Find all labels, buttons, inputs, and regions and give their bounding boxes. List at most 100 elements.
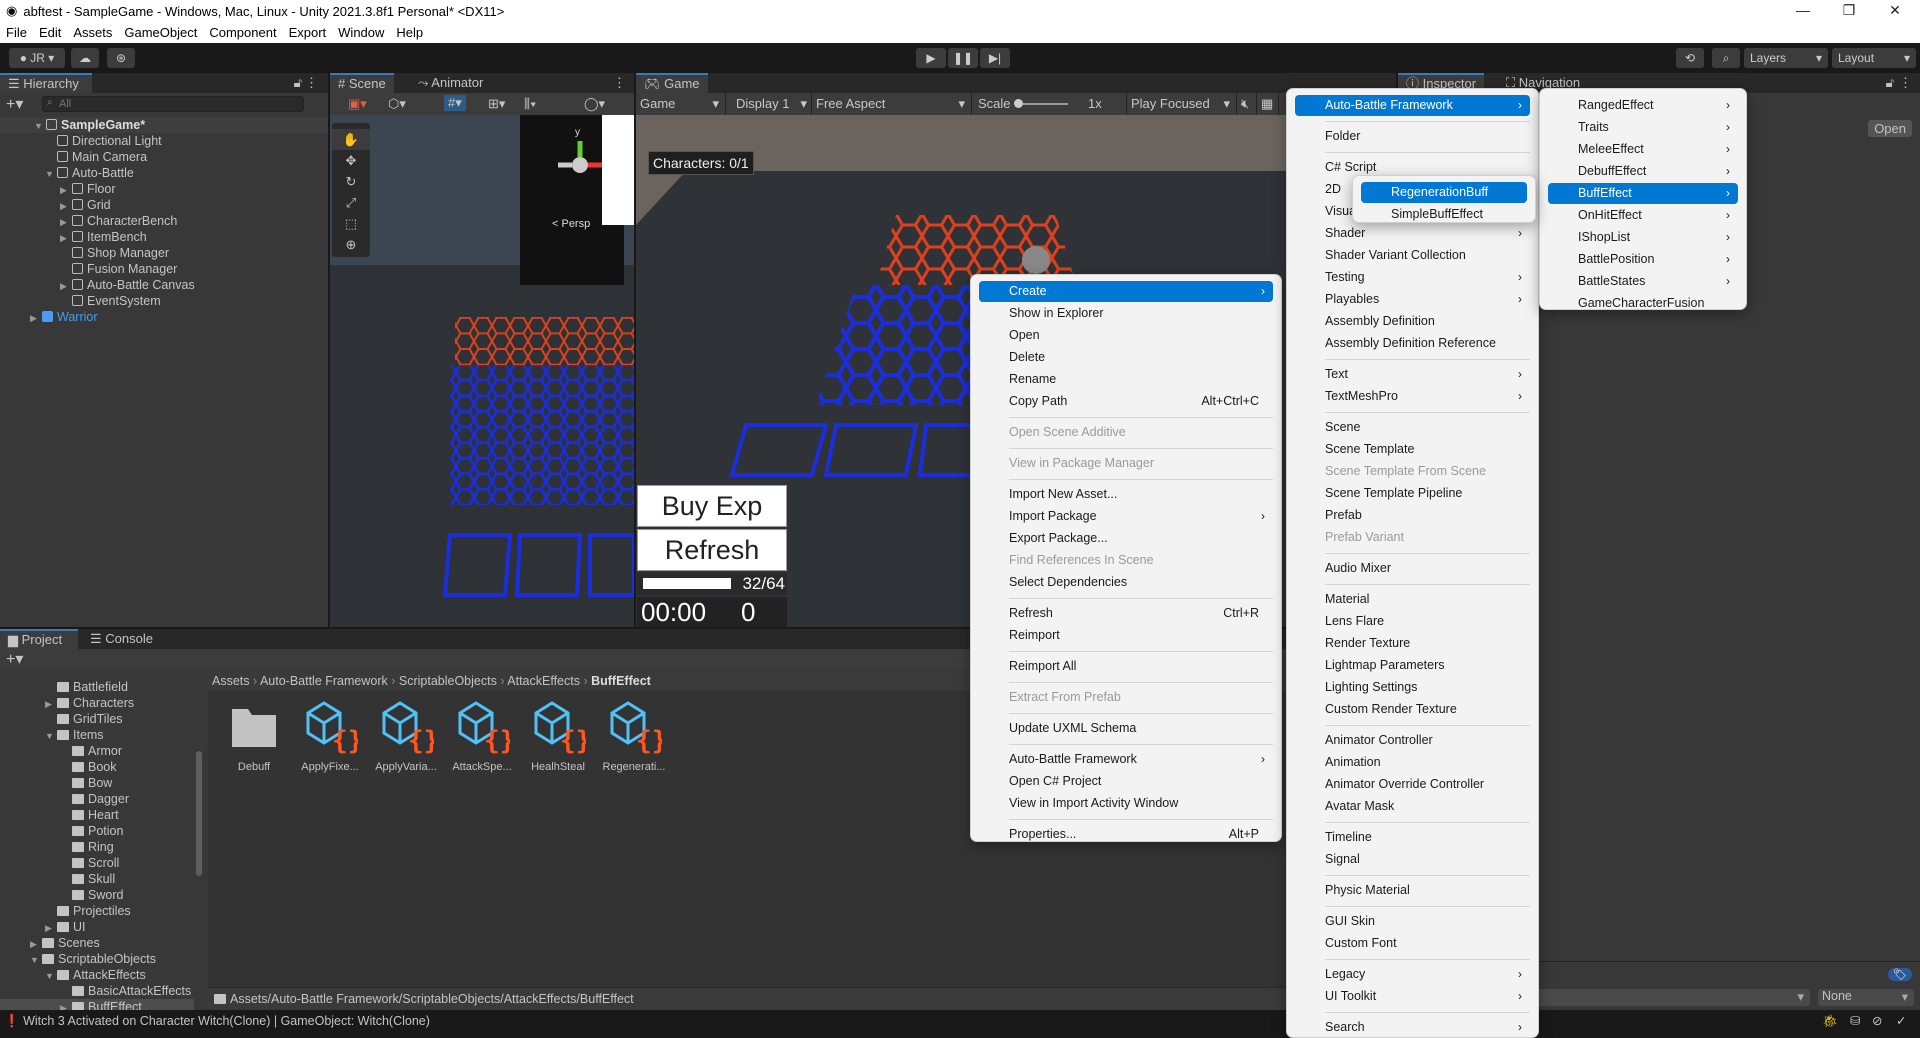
project-folder[interactable]: Scroll — [60, 855, 194, 871]
breadcrumb-item[interactable]: Auto-Battle Framework — [260, 674, 388, 688]
buy-exp-button[interactable]: Buy Exp — [637, 485, 787, 527]
refresh-button[interactable]: Refresh — [637, 529, 787, 571]
project-folder[interactable]: Battlefield — [45, 679, 194, 695]
hierarchy-item[interactable]: ▶ CharacterBench — [60, 213, 328, 229]
menu-item-import-package[interactable]: Import Package › — [979, 506, 1273, 527]
menu-item-assembly-definition[interactable]: Assembly Definition — [1295, 311, 1530, 332]
transform-tool-icon[interactable]: ⊕ — [332, 234, 370, 255]
breadcrumb-item[interactable]: ScriptableObjects — [399, 674, 497, 688]
menu-item-lens-flare[interactable]: Lens Flare — [1295, 611, 1530, 632]
menu-item-debuffeffect[interactable]: DebuffEffect › — [1548, 161, 1738, 182]
menu-item-animation[interactable]: Animation — [1295, 752, 1530, 773]
menu-item-copy-path[interactable]: Copy Path Alt+Ctrl+C — [979, 391, 1273, 412]
menu-item-update-uxml-schema[interactable]: Update UXML Schema — [979, 718, 1273, 739]
open-button[interactable]: Open — [1868, 120, 1912, 137]
more-icon[interactable]: ⋮ — [305, 75, 318, 91]
menu-item-refresh[interactable]: Refresh Ctrl+R — [979, 603, 1273, 624]
more-icon[interactable]: ⋮ — [1899, 75, 1912, 91]
menu-item-reimport[interactable]: Reimport — [979, 625, 1273, 646]
increment-snap-icon[interactable]: ⊞▾ — [488, 96, 505, 112]
play-button[interactable]: ▶ — [916, 48, 946, 68]
menu-item-custom-render-texture[interactable]: Custom Render Texture — [1295, 699, 1530, 720]
align-icon[interactable]: ⫼▾ — [524, 96, 536, 112]
menu-item-import-new-asset[interactable]: Import New Asset... — [979, 484, 1273, 505]
menu-item-assembly-definition-reference[interactable]: Assembly Definition Reference — [1295, 333, 1530, 354]
menu-item-avatar-mask[interactable]: Avatar Mask — [1295, 796, 1530, 817]
progress-check-icon[interactable]: ✓ — [1896, 1010, 1906, 1032]
project-folder[interactable]: ▶ UI — [45, 919, 194, 935]
menu-component[interactable]: Component — [209, 25, 276, 40]
draw-mode-icon[interactable]: ▣▾ — [348, 96, 367, 112]
asset-item[interactable]: {} ApplyFixe... — [292, 699, 368, 773]
scale-tool-icon[interactable]: ⤢ — [332, 192, 370, 213]
game-mode-dropdown[interactable]: Game ▾ — [636, 93, 726, 115]
cache-server-icon[interactable]: ⛁ — [1850, 1010, 1860, 1032]
restore-button[interactable]: ❐ — [1826, 0, 1872, 22]
stats-icon[interactable]: ▦ — [1257, 93, 1279, 115]
collapse-arrow-icon[interactable]: ▶ — [60, 182, 72, 198]
menu-item-auto-battle-framework[interactable]: Auto-Battle Framework › — [979, 749, 1273, 770]
project-folder[interactable]: ▶ Scenes — [30, 935, 194, 951]
project-folder[interactable]: Book — [60, 759, 194, 775]
menu-item-rename[interactable]: Rename — [979, 369, 1273, 390]
hand-tool-icon[interactable]: ✋ — [332, 129, 370, 150]
project-folder[interactable]: Potion — [60, 823, 194, 839]
rect-tool-icon[interactable]: ⬚ — [332, 213, 370, 234]
project-folder[interactable]: ▼ Items — [45, 727, 194, 743]
menu-help[interactable]: Help — [396, 25, 423, 40]
menu-edit[interactable]: Edit — [39, 25, 61, 40]
menu-window[interactable]: Window — [338, 25, 384, 40]
collapse-arrow-icon[interactable]: ▶ — [60, 230, 72, 246]
collapse-arrow-icon[interactable]: ▶ — [30, 936, 42, 952]
tab-scene[interactable]: # Scene — [330, 73, 394, 93]
collapse-arrow-icon[interactable]: ▶ — [60, 1000, 72, 1010]
menu-item-playables[interactable]: Playables › — [1295, 289, 1530, 310]
menu-item-scene-template-pipeline[interactable]: Scene Template Pipeline — [1295, 483, 1530, 504]
menu-item-battlestates[interactable]: BattleStates › — [1548, 271, 1738, 292]
menu-item-select-dependencies[interactable]: Select Dependencies — [979, 572, 1273, 593]
menu-item-lightmap-parameters[interactable]: Lightmap Parameters — [1295, 655, 1530, 676]
project-folder[interactable]: ▶ Characters — [45, 695, 194, 711]
menu-item-material[interactable]: Material — [1295, 589, 1530, 610]
move-tool-icon[interactable]: ✥ — [332, 150, 370, 171]
hierarchy-item[interactable]: ▶ ItemBench — [60, 229, 328, 245]
menu-item-timeline[interactable]: Timeline — [1295, 827, 1530, 848]
menu-item-render-texture[interactable]: Render Texture — [1295, 633, 1530, 654]
hierarchy-item[interactable]: ▶ Warrior — [30, 309, 328, 325]
collapse-arrow-icon[interactable]: ▶ — [60, 198, 72, 214]
menu-item-scene[interactable]: Scene — [1295, 417, 1530, 438]
menu-item-export-package[interactable]: Export Package... — [979, 528, 1273, 549]
menu-item-physic-material[interactable]: Physic Material — [1295, 880, 1530, 901]
history-icon[interactable]: ⟲ — [1676, 48, 1704, 68]
hierarchy-item[interactable]: ▶ Auto-Battle Canvas — [60, 277, 328, 293]
render-mode-icon[interactable]: ⬡▾ — [388, 96, 406, 112]
expand-arrow-icon[interactable]: ▼ — [30, 952, 42, 968]
asset-item[interactable]: {} ApplyVaria... — [368, 699, 444, 773]
menu-item-auto-battle-framework[interactable]: Auto-Battle Framework › — [1295, 95, 1530, 116]
status-message[interactable]: Witch 3 Activated on Character Witch(Clo… — [23, 1014, 430, 1028]
menu-item-gamecharacterfusion[interactable]: GameCharacterFusion — [1548, 293, 1738, 314]
menu-item-shader[interactable]: Shader › — [1295, 223, 1530, 244]
asset-item[interactable]: {} HealhSteal — [520, 699, 596, 773]
collab-icon[interactable]: ⊛ — [107, 48, 135, 68]
menu-gameobject[interactable]: GameObject — [124, 25, 197, 40]
hierarchy-search-input[interactable] — [42, 96, 304, 112]
menu-item-create[interactable]: Create › — [979, 281, 1273, 302]
menu-item-rangedeffect[interactable]: RangedEffect › — [1548, 95, 1738, 116]
tree-scrollbar[interactable] — [194, 671, 204, 1010]
pause-button[interactable]: ❚❚ — [948, 48, 978, 68]
menu-item-delete[interactable]: Delete — [979, 347, 1273, 368]
menu-item-battleposition[interactable]: BattlePosition › — [1548, 249, 1738, 270]
breadcrumb-item[interactable]: AttackEffects — [507, 674, 580, 688]
menu-item-search[interactable]: Search › — [1295, 1017, 1530, 1038]
scale-slider[interactable]: Scale 1x — [972, 93, 1127, 115]
menu-item-simplebuffeffect[interactable]: SimpleBuffEffect — [1361, 204, 1527, 225]
collapse-arrow-icon[interactable]: ▶ — [30, 310, 42, 326]
hierarchy-item[interactable]: Main Camera — [45, 149, 328, 165]
asset-item[interactable]: Debuff — [216, 699, 292, 773]
expand-arrow-icon[interactable]: ▼ — [34, 118, 46, 134]
tab-animator[interactable]: ⤳ Animator — [410, 73, 491, 93]
menu-item-textmeshpro[interactable]: TextMeshPro › — [1295, 386, 1530, 407]
menu-item-open-c-project[interactable]: Open C# Project — [979, 771, 1273, 792]
project-folder[interactable]: Heart — [60, 807, 194, 823]
